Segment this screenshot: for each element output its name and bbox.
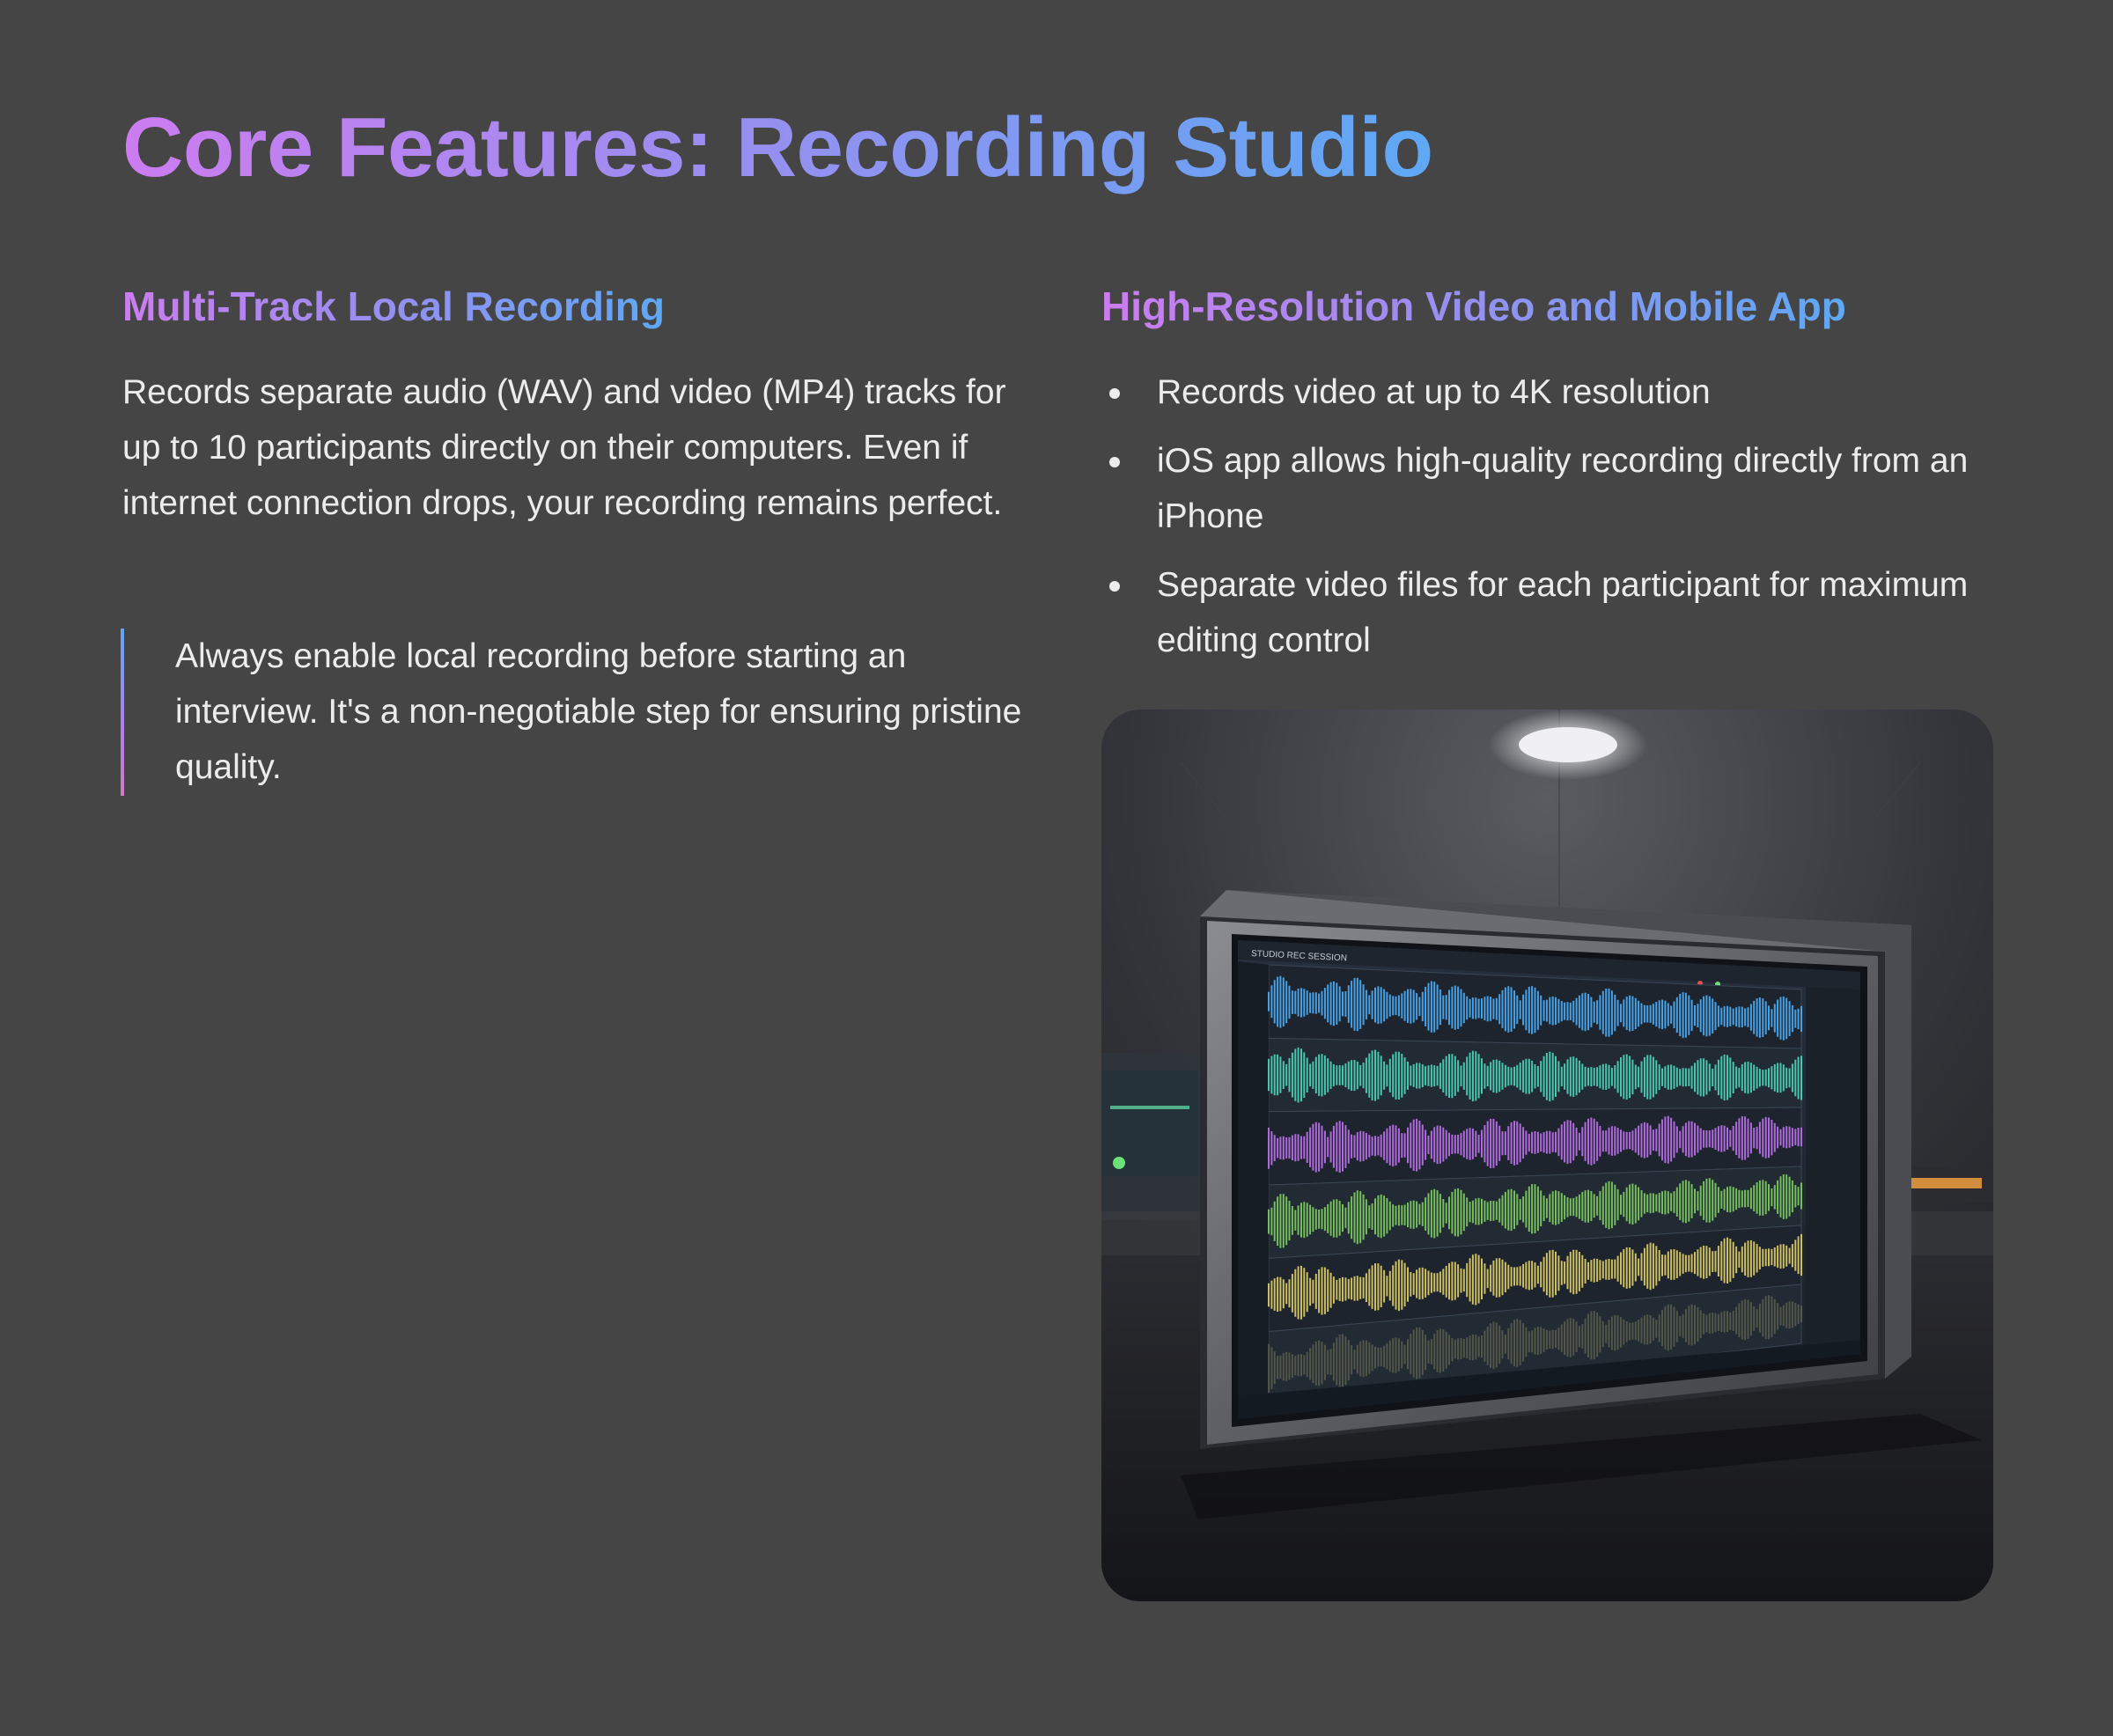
left-section-body: Records separate audio (WAV) and video (… <box>122 373 1006 522</box>
feature-item: iOS app allows high-quality recording di… <box>1101 433 1991 544</box>
track-header <box>1238 1034 1269 1112</box>
feature-item-text: Separate video files for each participan… <box>1157 566 1969 659</box>
feature-list: Records video at up to 4K resolution iOS… <box>1101 364 1991 681</box>
tip-callout: Always enable local recording before sta… <box>121 629 1021 796</box>
track-header <box>1238 1328 1269 1405</box>
recording-studio-image: STUDIO REC SESSION <box>1101 710 1993 1601</box>
bullet-icon <box>1109 581 1120 592</box>
tip-callout-text: Always enable local recording before sta… <box>175 637 1022 786</box>
feature-item: Records video at up to 4K resolution <box>1101 364 1991 420</box>
feature-item: Separate video files for each participan… <box>1101 557 1991 668</box>
track-header <box>1238 1254 1269 1332</box>
bullet-icon <box>1109 388 1120 399</box>
page-title: Core Features: Recording Studio <box>122 95 1433 201</box>
feature-item-text: iOS app allows high-quality recording di… <box>1157 442 1969 535</box>
bullet-icon <box>1109 457 1120 467</box>
ceiling-lamp <box>1519 727 1617 762</box>
track-header <box>1238 1181 1269 1259</box>
track-header <box>1238 1107 1269 1185</box>
left-section-heading: Multi-Track Local Recording <box>122 280 665 333</box>
right-section-heading: High-Resolution Video and Mobile App <box>1101 280 1846 333</box>
feature-item-text: Records video at up to 4K resolution <box>1157 373 1711 411</box>
track-header <box>1238 961 1269 1039</box>
waveform-tracks <box>1238 961 1802 1406</box>
